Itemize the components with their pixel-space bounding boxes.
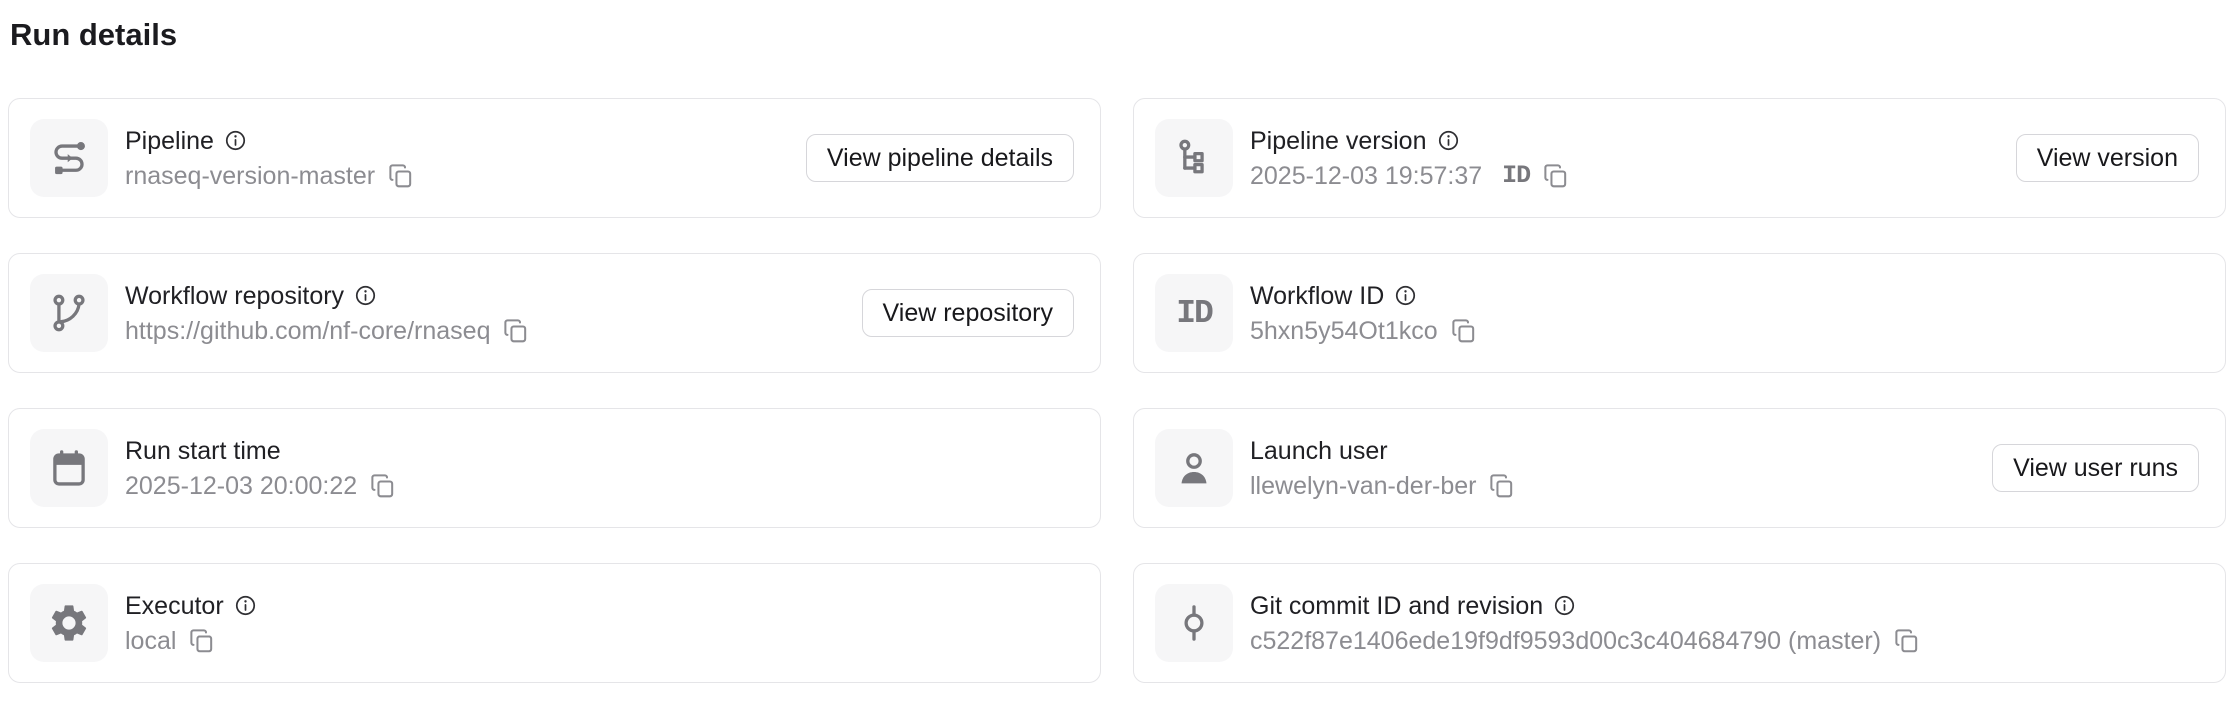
- card-label: Workflow repository: [125, 280, 344, 312]
- card-button-launch-user[interactable]: View user runs: [1992, 444, 2199, 492]
- card-button-pipeline[interactable]: View pipeline details: [806, 134, 1074, 182]
- calendar-icon: [30, 429, 108, 507]
- card-launch-user: Launch user llewelyn-van-der-ber View us…: [1133, 408, 2226, 528]
- card-value: rnaseq-version-master: [125, 160, 375, 192]
- card-value: 2025-12-03 20:00:22: [125, 470, 357, 502]
- copy-icon[interactable]: [1488, 472, 1515, 499]
- info-icon[interactable]: [1553, 594, 1576, 617]
- card-label: Pipeline version: [1250, 125, 1427, 157]
- info-icon[interactable]: [234, 594, 257, 617]
- info-icon[interactable]: [1437, 129, 1460, 152]
- copy-icon[interactable]: [369, 472, 396, 499]
- info-icon[interactable]: [354, 284, 377, 307]
- card-workflow-repository: Workflow repository https://github.com/n…: [8, 253, 1101, 373]
- card-executor: Executor local: [8, 563, 1101, 683]
- card-workflow-id: ID Workflow ID 5hxn5y54Ot1kco: [1133, 253, 2226, 373]
- card-label: Git commit ID and revision: [1250, 590, 1543, 622]
- copy-icon[interactable]: [1893, 627, 1920, 654]
- card-button-pipeline-version[interactable]: View version: [2016, 134, 2199, 182]
- card-label: Workflow ID: [1250, 280, 1384, 312]
- run-details-grid: Pipeline rnaseq-version-master View pipe…: [0, 98, 2234, 683]
- git-branch-icon: [30, 274, 108, 352]
- id-text-icon: ID: [1155, 274, 1233, 352]
- card-value: c522f87e1406ede19f9df9593d00c3c404684790…: [1250, 625, 1881, 657]
- card-value: https://github.com/nf-core/rnaseq: [125, 315, 490, 347]
- card-pipeline-version: Pipeline version 2025-12-03 19:57:37 ID …: [1133, 98, 2226, 218]
- card-value: 2025-12-03 19:57:37: [1250, 160, 1482, 192]
- info-icon[interactable]: [1394, 284, 1417, 307]
- card-run-start-time: Run start time 2025-12-03 20:00:22: [8, 408, 1101, 528]
- copy-icon[interactable]: [1450, 317, 1477, 344]
- git-commit-icon: [1155, 584, 1233, 662]
- card-value: llewelyn-van-der-ber: [1250, 470, 1476, 502]
- card-label: Run start time: [125, 435, 281, 467]
- card-label: Launch user: [1250, 435, 1388, 467]
- card-value: local: [125, 625, 176, 657]
- copy-icon[interactable]: [387, 162, 414, 189]
- copy-icon[interactable]: [1542, 162, 1569, 189]
- copy-icon[interactable]: [188, 627, 215, 654]
- gear-icon: [30, 584, 108, 662]
- card-pipeline: Pipeline rnaseq-version-master View pipe…: [8, 98, 1101, 218]
- copy-icon[interactable]: [502, 317, 529, 344]
- pipeline-route-icon: [30, 119, 108, 197]
- card-button-workflow-repository[interactable]: View repository: [862, 289, 1074, 337]
- card-git-commit: Git commit ID and revision c522f87e1406e…: [1133, 563, 2226, 683]
- card-label: Pipeline: [125, 125, 214, 157]
- card-label: Executor: [125, 590, 224, 622]
- card-value: 5hxn5y54Ot1kco: [1250, 315, 1438, 347]
- page-title: Run details: [10, 16, 2234, 54]
- id-badge-icon: ID: [1502, 161, 1530, 190]
- info-icon[interactable]: [224, 129, 247, 152]
- version-tree-icon: [1155, 119, 1233, 197]
- id-text-icon: ID: [1176, 295, 1212, 332]
- user-icon: [1155, 429, 1233, 507]
